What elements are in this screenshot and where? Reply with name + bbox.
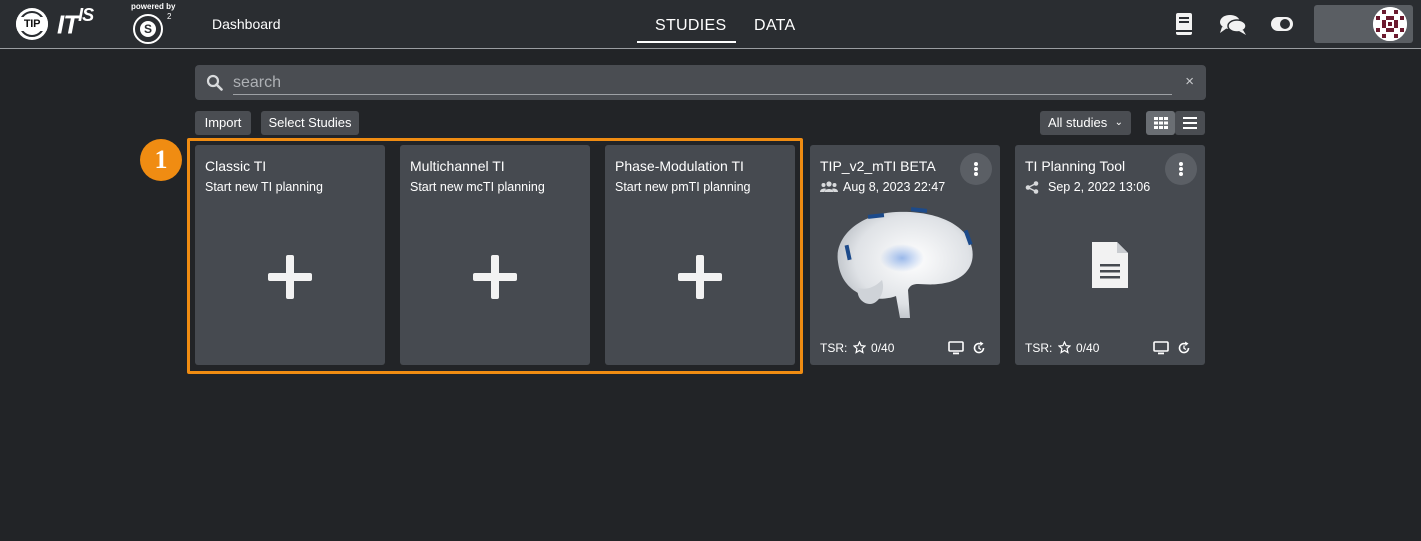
monitor-icon [948,341,964,355]
grid-view-button[interactable] [1146,111,1175,135]
book-icon[interactable] [1172,12,1196,36]
powered-by-label: powered by [131,2,176,11]
select-studies-button[interactable]: Select Studies [261,111,359,135]
clear-search-button[interactable]: × [1185,73,1194,91]
tab-studies[interactable]: STUDIES [655,17,726,35]
top-bar: TIP ITIS powered by S 2 Dashboard STUDIE… [0,0,1421,49]
s4l-logo: S [133,14,163,44]
highlight-box [187,138,803,374]
search-icon [206,74,223,91]
study-card[interactable]: TI Planning Tool Sep 2, 2022 13:06 TSR: … [1015,145,1205,365]
avatar[interactable] [1373,7,1407,41]
tsr-label: TSR: [1025,341,1053,355]
dashboard-title: Dashboard [212,16,281,32]
tsr-score: TSR: 0/40 [820,341,894,355]
tip-logo-text: TIP [16,17,48,31]
tip-logo[interactable]: TIP [16,8,48,40]
star-icon [852,341,866,354]
chevron-down-icon: ⌄ [1114,117,1123,128]
itis-logo-text: IT [57,9,79,40]
s4l-logo-sup: 2 [167,12,172,21]
toggle-icon[interactable] [1270,12,1294,36]
study-title: TI Planning Tool [1025,158,1126,174]
document-icon [1092,242,1128,288]
brain-thumbnail [837,207,973,318]
study-date: Sep 2, 2022 13:06 [1048,180,1151,194]
itis-logo-sup: IS [78,5,94,25]
star-icon [1057,341,1071,354]
history-icon [1178,341,1190,354]
study-title: TIP_v2_mTI BETA [820,158,936,174]
card-status-icons [948,341,990,355]
step-badge: 1 [140,139,182,181]
monitor-icon [1153,341,1169,355]
avatar-pattern-icon [1373,7,1407,41]
list-view-button[interactable] [1175,111,1205,135]
study-card[interactable]: TIP_v2_mTI BETA Aug 8, 2023 22:47 TSR: 0… [810,145,1000,365]
tsr-value: 0/40 [871,341,895,355]
itis-logo: ITIS [57,5,94,40]
card-status-icons [1153,341,1195,355]
history-icon [973,341,985,354]
grid-icon [1154,117,1168,129]
tab-data[interactable]: DATA [754,17,796,35]
search-bar: × [195,65,1206,100]
study-date: Aug 8, 2023 22:47 [843,180,946,194]
more-options-button[interactable] [960,153,992,185]
tsr-value: 0/40 [1076,341,1100,355]
search-input[interactable] [233,71,1172,95]
share-icon [1025,181,1039,194]
more-options-button[interactable] [1165,153,1197,185]
s4l-logo-letter: S [140,21,156,37]
tsr-score: TSR: 0/40 [1025,341,1099,355]
studies-filter-label: All studies [1048,115,1108,130]
list-icon [1183,117,1197,129]
tsr-label: TSR: [820,341,848,355]
active-tab-indicator [637,41,736,43]
studies-filter-dropdown[interactable]: All studies ⌄ [1040,111,1131,135]
import-button[interactable]: Import [195,111,251,135]
chat-icon[interactable] [1219,12,1247,36]
users-icon [820,181,838,192]
